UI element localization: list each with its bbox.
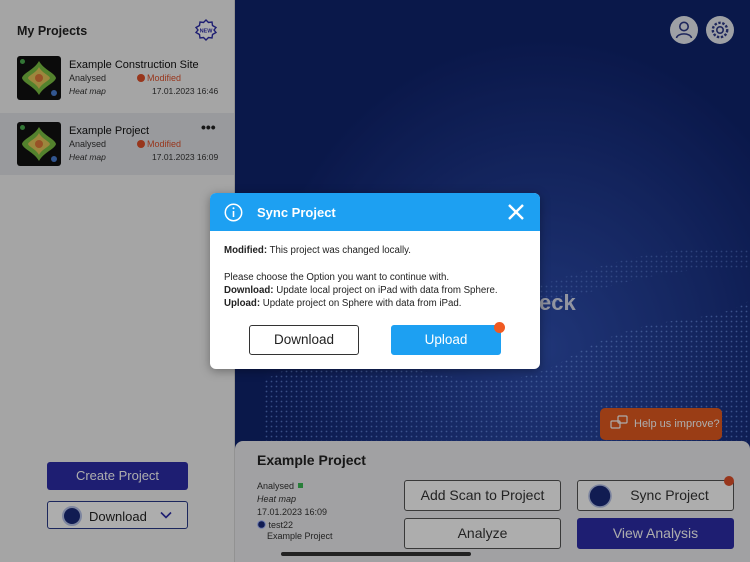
app-window: My Projects NEW Example Construction Sit… (0, 0, 750, 562)
upload-text: Update project on Sphere with data from … (260, 298, 462, 309)
dialog-download-line: Download: Update local project on iPad w… (224, 285, 498, 296)
info-icon (224, 203, 243, 222)
dialog-title: Sync Project (257, 205, 336, 220)
dialog-modified-line: Modified: This project was changed local… (224, 245, 411, 256)
dialog-header: Sync Project (210, 193, 540, 231)
download-text: Update local project on iPad with data f… (273, 285, 498, 296)
dialog-download-button[interactable]: Download (249, 325, 359, 355)
modified-key: Modified: (224, 245, 268, 256)
modified-text: This project was changed locally. (267, 245, 411, 256)
dialog-choose-line: Please choose the Option you want to con… (224, 272, 450, 283)
download-key: Download: (224, 285, 274, 296)
upload-button-label: Upload (424, 332, 468, 347)
upload-key: Upload: (224, 298, 261, 309)
sync-project-dialog: Sync Project Modified: This project was … (210, 193, 540, 369)
close-icon[interactable] (507, 203, 525, 221)
dialog-upload-line: Upload: Update project on Sphere with da… (224, 298, 461, 309)
home-indicator[interactable] (281, 552, 471, 556)
dialog-upload-button[interactable]: Upload (391, 322, 505, 355)
upload-notification-dot (494, 322, 505, 333)
